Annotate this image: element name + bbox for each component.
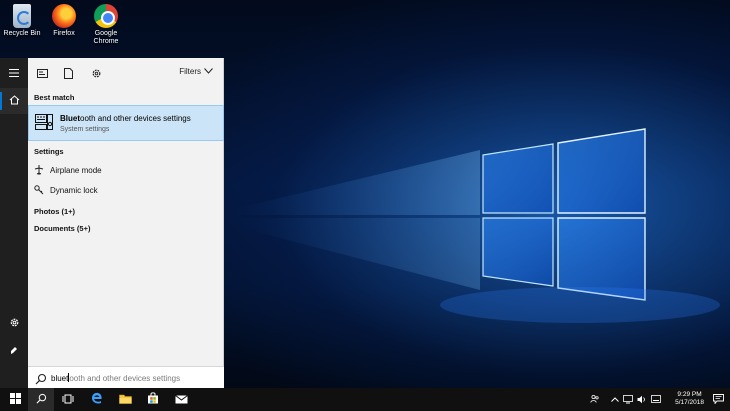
start-rail (0, 58, 28, 388)
airplane-icon (34, 165, 44, 175)
best-match-title-rest: ooth and other devices settings (80, 114, 191, 123)
clock-date: 5/17/2018 (675, 399, 704, 406)
chrome-icon (94, 4, 118, 28)
start-icon (9, 391, 21, 409)
system-clock[interactable]: 9:29 PM 5/17/2018 (675, 391, 704, 407)
search-icon (36, 391, 47, 409)
notifications-icon (712, 391, 724, 409)
store-icon (147, 391, 159, 409)
start-button[interactable] (2, 388, 28, 411)
menu-icon (9, 64, 19, 82)
best-match-subtitle: System settings (60, 126, 110, 133)
result-label: Airplane mode (50, 165, 102, 175)
file-explorer-icon (118, 391, 132, 409)
keyboard-icon[interactable] (651, 394, 661, 404)
taskbar: 9:29 PM 5/17/2018 (0, 388, 730, 411)
search-typed-text: bluet (51, 373, 69, 383)
network-icon[interactable] (623, 394, 633, 404)
search-results-panel: Filters Best match Bluetooth and other d… (28, 58, 224, 388)
best-match-header: Best match (34, 93, 75, 102)
search-suggestion-text: ooth and other devices settings (69, 373, 181, 383)
recycle-bin-icon (13, 4, 31, 28)
clock-time: 9:29 PM (677, 391, 702, 398)
action-center-button[interactable] (708, 388, 728, 411)
photos-header[interactable]: Photos (1+) (28, 207, 75, 216)
settings-button[interactable] (0, 311, 28, 337)
best-match-title-bold: Bluet (60, 114, 80, 123)
best-match-title: Bluetooth and other devices settings (60, 114, 191, 123)
desktop-icon-label: Google Chrome (93, 30, 119, 45)
edge-icon (91, 391, 103, 409)
gear-icon (9, 315, 20, 333)
volume-icon[interactable] (637, 394, 647, 404)
settings-icon[interactable] (90, 67, 102, 79)
result-airplane-mode[interactable]: Airplane mode (34, 163, 102, 177)
result-label: Dynamic lock (50, 185, 98, 195)
bluetooth-device-icon (35, 113, 53, 131)
search-taskbar-button[interactable] (28, 388, 54, 411)
home-button[interactable] (0, 88, 28, 114)
firefox-icon (52, 4, 76, 28)
desktop-icon-chrome[interactable]: Google Chrome (80, 4, 132, 46)
chevron-down-icon (204, 67, 213, 76)
best-match-result[interactable]: Bluetooth and other devices settings Sys… (28, 105, 224, 141)
panel-toolbar: Filters (28, 58, 223, 88)
store-button[interactable] (140, 388, 166, 411)
edge-button[interactable] (84, 388, 110, 411)
mail-icon (174, 391, 188, 409)
filters-label: Filters (179, 67, 201, 76)
file-explorer-button[interactable] (112, 388, 138, 411)
key-icon (34, 185, 44, 195)
filters-dropdown[interactable]: Filters (179, 67, 213, 76)
settings-header: Settings (34, 147, 64, 156)
people-icon[interactable] (590, 394, 600, 404)
documents-icon[interactable] (62, 67, 74, 79)
result-dynamic-lock[interactable]: Dynamic lock (34, 183, 98, 197)
search-input[interactable]: bluetooth and other devices settings (28, 366, 224, 388)
home-icon (9, 92, 20, 110)
task-view-icon (62, 391, 74, 409)
search-icon (35, 372, 47, 384)
feedback-button[interactable] (0, 338, 28, 364)
search-text: bluetooth and other devices settings (51, 372, 181, 383)
task-view-button[interactable] (55, 388, 81, 411)
feedback-icon (9, 342, 19, 360)
chevron-up-icon[interactable] (610, 394, 620, 404)
hamburger-menu-button[interactable] (0, 60, 28, 86)
mail-button[interactable] (168, 388, 194, 411)
apps-icon[interactable] (36, 67, 48, 79)
documents-header[interactable]: Documents (5+) (28, 224, 90, 233)
